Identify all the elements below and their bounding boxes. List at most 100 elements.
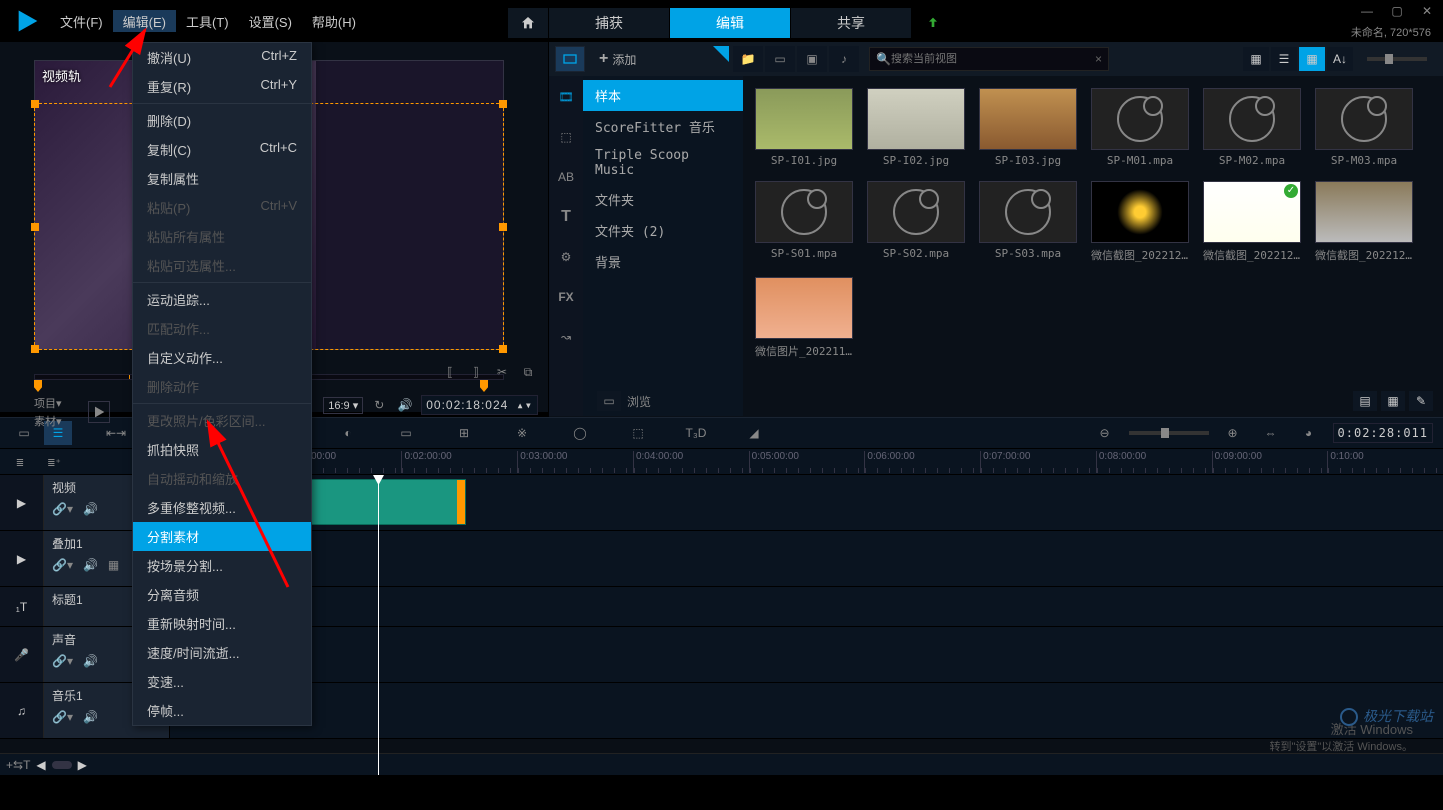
filter-photo-icon[interactable]: ▣ <box>797 46 827 72</box>
search-input[interactable] <box>891 53 1095 65</box>
menu-item[interactable]: 复制(C)Ctrl+C <box>133 135 311 164</box>
menu-item[interactable]: 自定义动作... <box>133 343 311 372</box>
3d-title-icon[interactable]: T₃D <box>682 421 710 445</box>
handle-mr[interactable] <box>499 223 507 231</box>
track-grid-icon[interactable]: ▦ <box>108 558 119 572</box>
search-clear-icon[interactable]: × <box>1095 52 1102 66</box>
subtitle-icon[interactable]: ▭ <box>392 421 420 445</box>
library-thumb[interactable]: ✓微信截图_202212... <box>1203 181 1301 263</box>
cat-overlay-icon[interactable]: ⚙ <box>555 246 577 268</box>
cat-media-icon[interactable]: 🎞 <box>555 86 577 108</box>
cut-icon[interactable]: ✂ <box>492 362 512 382</box>
folder-item[interactable]: 文件夹 <box>583 184 743 215</box>
menu-help[interactable]: 帮助(H) <box>302 10 366 32</box>
maximize-button[interactable]: ▢ <box>1387 4 1407 18</box>
project-mode-label[interactable]: 项目▾ <box>34 395 78 411</box>
track-mute-icon[interactable]: 🔊 <box>83 654 98 668</box>
library-thumb[interactable]: SP-I01.jpg <box>755 88 853 167</box>
bracket-out-icon[interactable]: ⟧ <box>466 362 486 382</box>
track-link-icon[interactable]: 🔗▾ <box>52 654 73 668</box>
thumb-size-slider[interactable] <box>1367 57 1427 61</box>
zoom-in-icon[interactable]: ⊕ <box>1219 421 1247 445</box>
cat-title-icon[interactable]: T <box>555 206 577 228</box>
track-icon-title[interactable]: ₁T <box>0 587 44 626</box>
library-thumb[interactable]: SP-I02.jpg <box>867 88 965 167</box>
track-body[interactable] <box>170 683 1443 738</box>
panel-layout2-icon[interactable]: ▦ <box>1381 391 1405 411</box>
track-mute-icon[interactable]: 🔊 <box>83 502 98 516</box>
track-link-icon[interactable]: 🔗▾ <box>52 558 73 572</box>
track-mute-icon[interactable]: 🔊 <box>83 558 98 572</box>
menu-settings[interactable]: 设置(S) <box>239 10 302 32</box>
filter-audio-icon[interactable]: ♪ <box>829 46 859 72</box>
library-thumb[interactable]: SP-S02.mpa <box>867 181 965 263</box>
library-search[interactable]: 🔍 × <box>869 47 1109 71</box>
track-body[interactable] <box>170 627 1443 682</box>
menu-item[interactable]: 分割素材 <box>133 522 311 551</box>
track-icon-overlay[interactable]: ▶ <box>0 531 44 586</box>
mode-home-button[interactable] <box>508 8 548 38</box>
close-button[interactable]: ✕ <box>1417 4 1437 18</box>
browse-icon[interactable]: ▭ <box>597 391 621 411</box>
menu-item[interactable]: 删除(D) <box>133 106 311 135</box>
minimize-button[interactable]: — <box>1357 4 1377 18</box>
volume-icon[interactable]: 🔊 <box>395 395 415 415</box>
add-track-icon[interactable]: +⇆T <box>6 758 30 772</box>
zoom-slider[interactable] <box>1129 431 1209 435</box>
handle-tr[interactable] <box>499 100 507 108</box>
mask-icon[interactable]: ⬚ <box>624 421 652 445</box>
track-body[interactable] <box>170 587 1443 626</box>
library-thumb[interactable]: SP-S01.mpa <box>755 181 853 263</box>
menu-item[interactable]: 运动追踪... <box>133 285 311 314</box>
library-thumb[interactable]: SP-M01.mpa <box>1091 88 1189 167</box>
handle-br[interactable] <box>499 345 507 353</box>
scroll-thumb[interactable] <box>52 761 72 769</box>
menu-item[interactable]: 重新映射时间... <box>133 609 311 638</box>
cat-path-icon[interactable]: ↝ <box>555 326 577 348</box>
color-grade-icon[interactable]: ◢ <box>740 421 768 445</box>
ruler-opt2-icon[interactable]: ≣⁺ <box>40 451 68 475</box>
menu-item[interactable]: 撤消(U)Ctrl+Z <box>133 43 311 72</box>
handle-bl[interactable] <box>31 345 39 353</box>
pan-zoom-icon[interactable]: ※ <box>508 421 536 445</box>
material-mode-label[interactable]: 素材▾ <box>34 413 78 429</box>
view-list-icon[interactable]: ☰ <box>1271 47 1297 71</box>
time-remap-icon[interactable]: ◯ <box>566 421 594 445</box>
track-link-icon[interactable]: 🔗▾ <box>52 710 73 724</box>
track-icon-voice[interactable]: 🎤 <box>0 627 44 682</box>
menu-item[interactable]: 变速... <box>133 667 311 696</box>
menu-item[interactable]: 多重修整视频... <box>133 493 311 522</box>
folder-item[interactable]: 背景 <box>583 246 743 277</box>
repeat-icon[interactable]: ↻ <box>369 395 389 415</box>
cat-fx-icon[interactable]: FX <box>555 286 577 308</box>
menu-item[interactable]: 停帧... <box>133 696 311 725</box>
track-body[interactable]: WYOU~1.MP4 <box>170 475 1443 530</box>
folder-item[interactable]: ScoreFitter 音乐 <box>583 111 743 142</box>
library-add-button[interactable]: + 添加 <box>589 50 699 68</box>
view-grid-icon[interactable]: ▦ <box>1299 47 1325 71</box>
library-thumb[interactable]: SP-M02.mpa <box>1203 88 1301 167</box>
scroll-right-icon[interactable]: ▶ <box>78 758 87 772</box>
folder-item[interactable]: 文件夹 (2) <box>583 215 743 246</box>
popout-icon[interactable]: ⧉ <box>518 362 538 382</box>
menu-edit[interactable]: 编辑(E) <box>113 10 176 32</box>
fit-timeline-icon[interactable]: ⇔ <box>1257 421 1285 445</box>
mark-in-icon[interactable] <box>34 380 42 392</box>
cat-transition-icon[interactable]: AB <box>555 166 577 188</box>
bracket-in-icon[interactable]: ⟦ <box>440 362 460 382</box>
multiview-icon[interactable]: ⊞ <box>450 421 478 445</box>
cat-template-icon[interactable]: ⬚ <box>555 126 577 148</box>
view-card-icon[interactable]: ▦ <box>1243 47 1269 71</box>
library-thumb[interactable]: SP-M03.mpa <box>1315 88 1413 167</box>
library-thumb[interactable]: SP-I03.jpg <box>979 88 1077 167</box>
panel-edit-icon[interactable]: ✎ <box>1409 391 1433 411</box>
menu-tool[interactable]: 工具(T) <box>176 10 239 32</box>
play-button[interactable] <box>88 401 110 423</box>
library-thumb[interactable]: 微信截图_202212... <box>1315 181 1413 263</box>
menu-item[interactable]: 按场景分割... <box>133 551 311 580</box>
menu-item[interactable]: 速度/时间流逝... <box>133 638 311 667</box>
track-icon-video[interactable]: ▶ <box>0 475 44 530</box>
menu-item[interactable]: 复制属性 <box>133 164 311 193</box>
menu-item[interactable]: 抓拍快照 <box>133 435 311 464</box>
project-duration-icon[interactable]: ◕ <box>1295 421 1323 445</box>
